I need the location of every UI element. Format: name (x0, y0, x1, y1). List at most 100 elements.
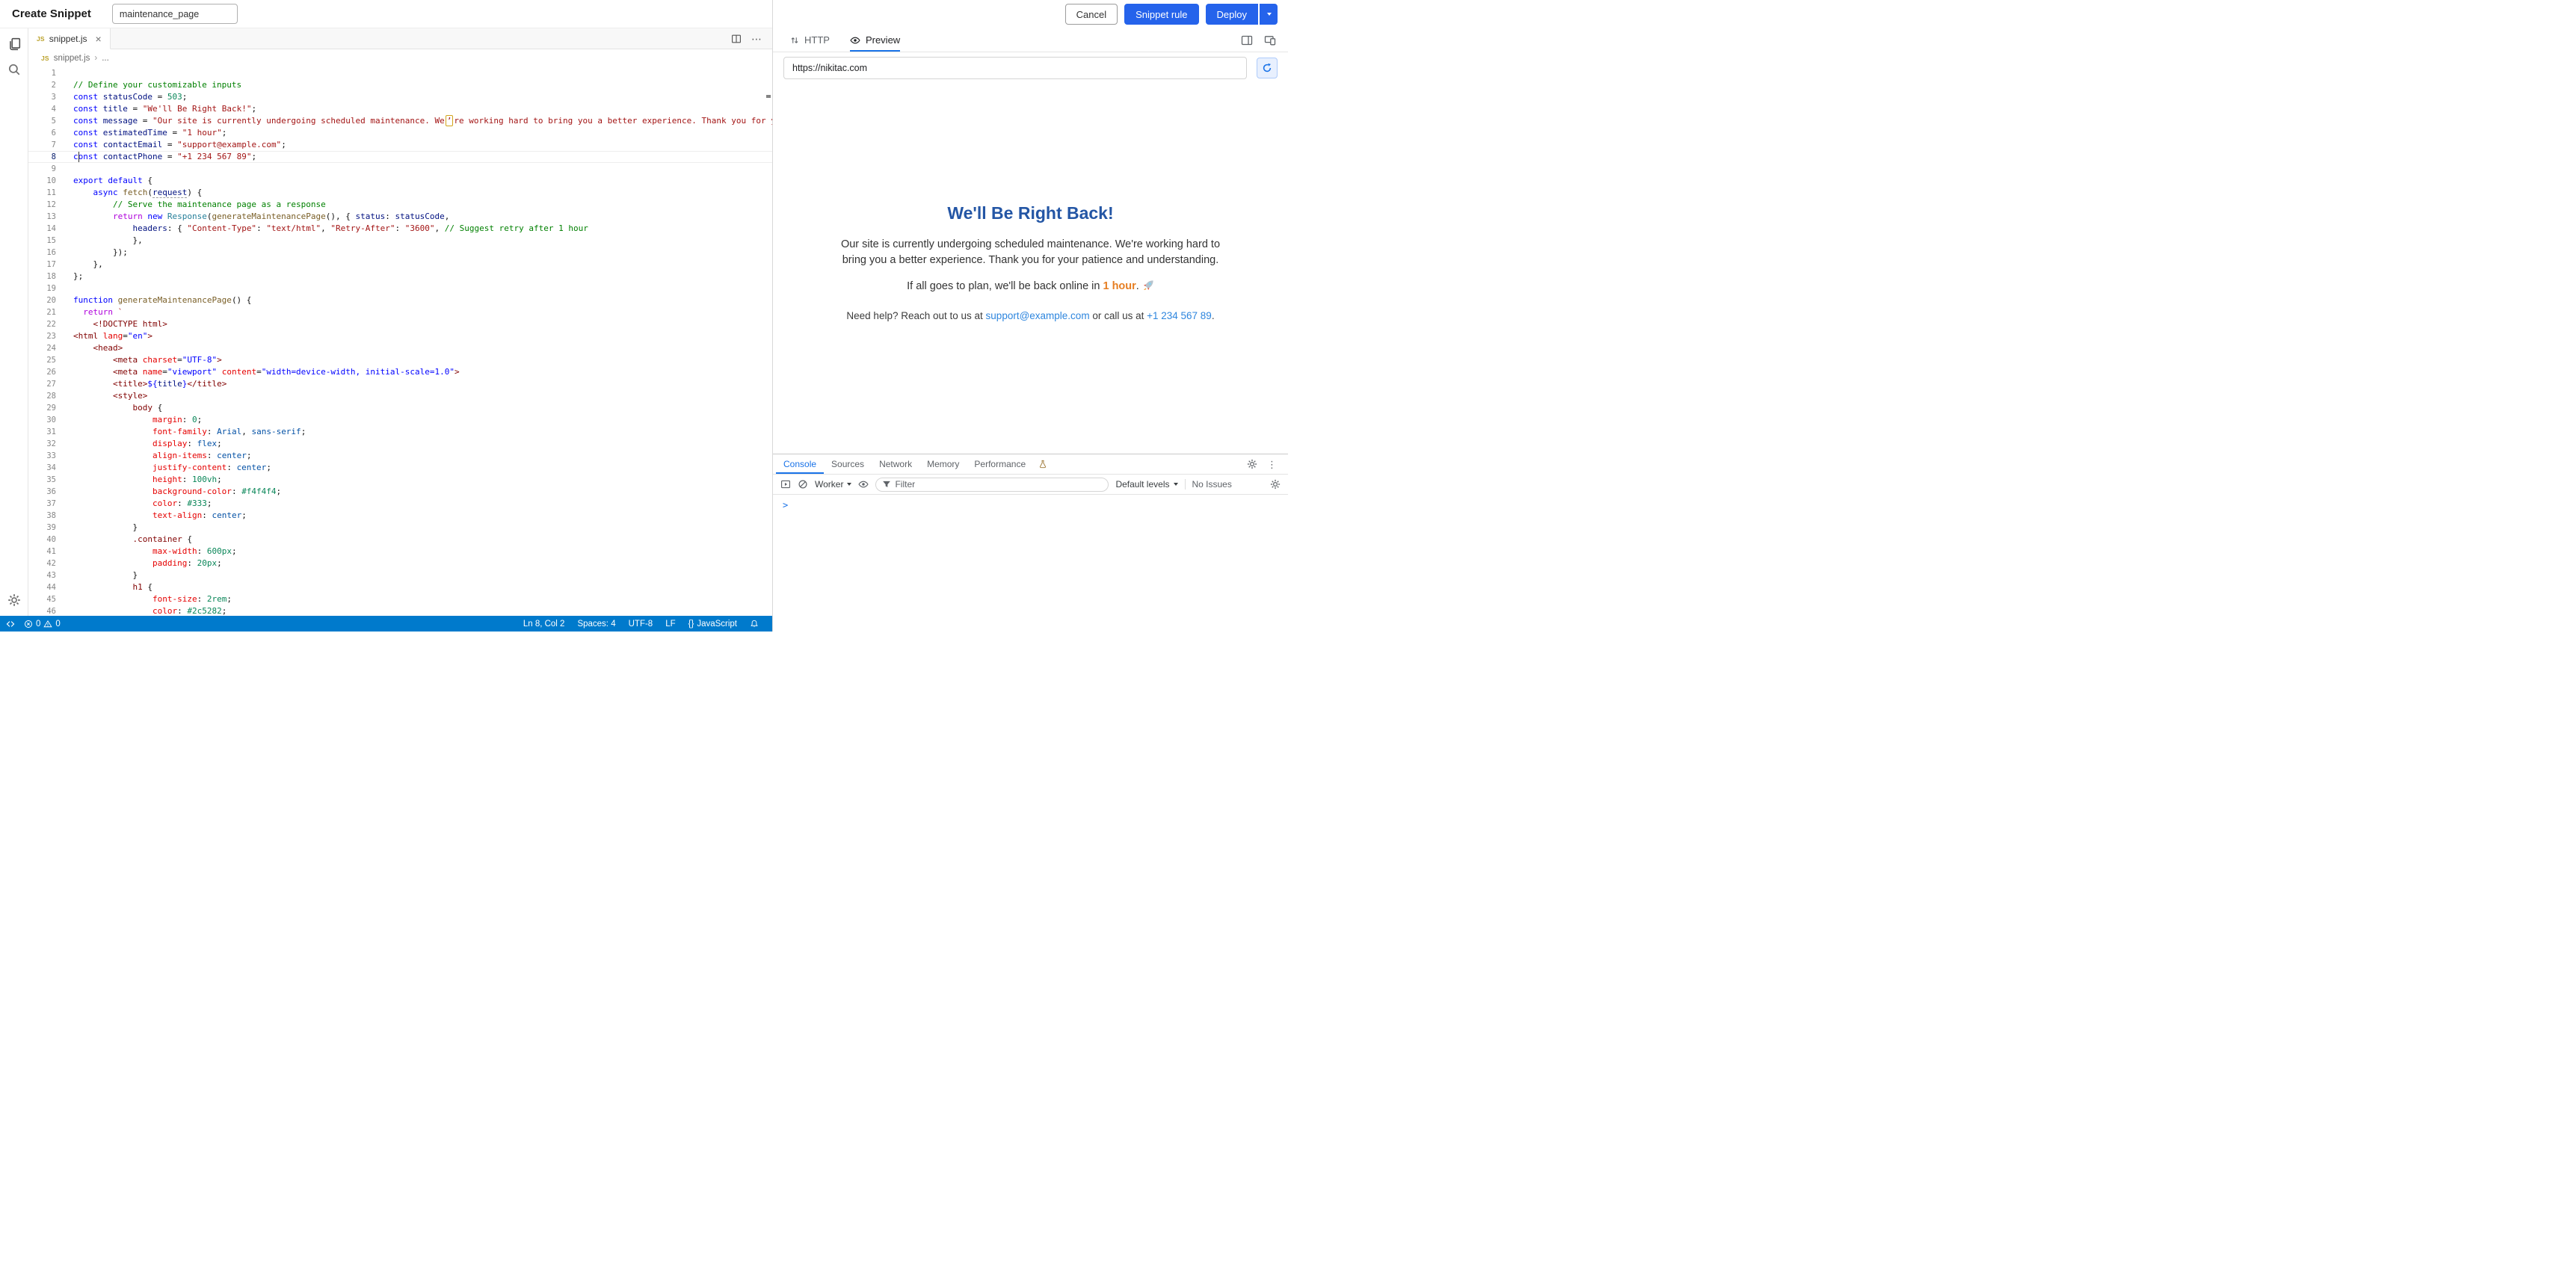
code-line-8[interactable]: 8const contactPhone = "+1 234 567 89"; (28, 151, 772, 163)
devtools-settings-gear-icon[interactable] (1247, 459, 1257, 469)
code-line-15[interactable]: 15 }, (28, 235, 772, 247)
line-number[interactable]: 33 (28, 450, 56, 462)
code-line-24[interactable]: 24 <head> (28, 342, 772, 354)
code-line-42[interactable]: 42 padding: 20px; (28, 558, 772, 569)
line-number[interactable]: 2 (28, 79, 56, 91)
preview-url-input[interactable] (783, 57, 1247, 79)
line-number[interactable]: 35 (28, 474, 56, 486)
code-line-9[interactable]: 9 (28, 163, 772, 175)
code-line-22[interactable]: 22 <!DOCTYPE html> (28, 318, 772, 330)
code-line-20[interactable]: 20function generateMaintenancePage() { (28, 294, 772, 306)
code-line-16[interactable]: 16 }); (28, 247, 772, 259)
issues-counter[interactable]: No Issues (1192, 479, 1232, 490)
code-line-10[interactable]: 10export default { (28, 175, 772, 187)
line-number[interactable]: 5 (28, 115, 56, 127)
code-line-39[interactable]: 39 } (28, 522, 772, 534)
line-number[interactable]: 32 (28, 438, 56, 450)
line-number[interactable]: 12 (28, 199, 56, 211)
tab-sources[interactable]: Sources (824, 454, 872, 474)
remote-indicator[interactable] (6, 620, 15, 629)
code-line-1[interactable]: 1 (28, 67, 772, 79)
line-number[interactable]: 39 (28, 522, 56, 534)
code-line-12[interactable]: 12 // Serve the maintenance page as a re… (28, 199, 772, 211)
code-line-41[interactable]: 41 max-width: 600px; (28, 546, 772, 558)
code-line-28[interactable]: 28 <style> (28, 390, 772, 402)
code-line-27[interactable]: 27 <title>${title}</title> (28, 378, 772, 390)
snippet-rule-button[interactable]: Snippet rule (1124, 4, 1198, 25)
line-number[interactable]: 26 (28, 366, 56, 378)
console-filter-input[interactable] (895, 479, 1102, 490)
line-number[interactable]: 16 (28, 247, 56, 259)
line-number[interactable]: 37 (28, 498, 56, 510)
tab-preview[interactable]: Preview (850, 28, 900, 52)
line-number[interactable]: 6 (28, 127, 56, 139)
code-line-37[interactable]: 37 color: #333; (28, 498, 772, 510)
settings-gear-icon[interactable] (7, 593, 21, 607)
deploy-dropdown-button[interactable] (1260, 4, 1278, 25)
line-number[interactable]: 8 (28, 151, 56, 163)
code-line-6[interactable]: 6const estimatedTime = "1 hour"; (28, 127, 772, 139)
line-number[interactable]: 34 (28, 462, 56, 474)
line-number[interactable]: 40 (28, 534, 56, 546)
line-number[interactable]: 30 (28, 414, 56, 426)
line-number[interactable]: 28 (28, 390, 56, 402)
snippet-name-input[interactable] (112, 4, 238, 24)
line-number[interactable]: 11 (28, 187, 56, 199)
console-sidebar-toggle-icon[interactable] (780, 479, 791, 490)
code-line-14[interactable]: 14 headers: { "Content-Type": "text/html… (28, 223, 772, 235)
code-editor[interactable]: 12// Define your customizable inputs3con… (28, 67, 772, 616)
line-number[interactable]: 43 (28, 569, 56, 581)
breadcrumb-file[interactable]: snippet.js (54, 54, 90, 63)
close-tab-icon[interactable]: × (96, 34, 102, 44)
tab-memory[interactable]: Memory (919, 454, 967, 474)
line-number[interactable]: 14 (28, 223, 56, 235)
code-line-30[interactable]: 30 margin: 0; (28, 414, 772, 426)
device-toolbar-icon[interactable] (1264, 34, 1276, 46)
code-line-11[interactable]: 11 async fetch(request) { (28, 187, 772, 199)
line-number[interactable]: 9 (28, 163, 56, 175)
code-line-19[interactable]: 19 (28, 282, 772, 294)
tab-snippet-js[interactable]: JS snippet.js × (28, 28, 111, 49)
live-expression-eye-icon[interactable] (858, 479, 869, 490)
code-line-40[interactable]: 40 .container { (28, 534, 772, 546)
devtools-menu-icon[interactable]: ⋮ (1267, 460, 1277, 469)
cursor-position[interactable]: Ln 8, Col 2 (523, 620, 565, 629)
line-number[interactable]: 19 (28, 282, 56, 294)
code-line-5[interactable]: 5const message = "Our site is currently … (28, 115, 772, 127)
line-number[interactable]: 18 (28, 271, 56, 282)
code-line-33[interactable]: 33 align-items: center; (28, 450, 772, 462)
line-number[interactable]: 25 (28, 354, 56, 366)
line-number[interactable]: 31 (28, 426, 56, 438)
line-number[interactable]: 21 (28, 306, 56, 318)
performance-flask-icon[interactable] (1033, 454, 1053, 474)
console-context-selector[interactable]: Worker (815, 479, 851, 490)
code-line-26[interactable]: 26 <meta name="viewport" content="width=… (28, 366, 772, 378)
tab-performance[interactable]: Performance (967, 454, 1033, 474)
code-line-17[interactable]: 17 }, (28, 259, 772, 271)
notifications-bell-icon[interactable] (750, 620, 759, 629)
line-number[interactable]: 17 (28, 259, 56, 271)
code-line-35[interactable]: 35 height: 100vh; (28, 474, 772, 486)
console-prompt[interactable]: > (783, 500, 788, 510)
tab-http[interactable]: HTTP (790, 28, 830, 52)
deploy-button[interactable]: Deploy (1206, 4, 1258, 25)
line-number[interactable]: 36 (28, 486, 56, 498)
files-icon[interactable] (7, 37, 21, 51)
code-line-4[interactable]: 4const title = "We'll Be Right Back!"; (28, 103, 772, 115)
code-line-25[interactable]: 25 <meta charset="UTF-8"> (28, 354, 772, 366)
code-line-45[interactable]: 45 font-size: 2rem; (28, 593, 772, 605)
phone-link[interactable]: +1 234 567 89 (1147, 310, 1212, 321)
line-number[interactable]: 24 (28, 342, 56, 354)
log-levels-selector[interactable]: Default levels (1115, 479, 1177, 490)
code-line-29[interactable]: 29 body { (28, 402, 772, 414)
search-icon[interactable] (7, 63, 21, 76)
code-line-31[interactable]: 31 font-family: Arial, sans-serif; (28, 426, 772, 438)
clear-console-icon[interactable] (798, 479, 808, 490)
code-line-18[interactable]: 18}; (28, 271, 772, 282)
code-line-23[interactable]: 23<html lang="en"> (28, 330, 772, 342)
refresh-button[interactable] (1257, 58, 1278, 78)
line-number[interactable]: 3 (28, 91, 56, 103)
line-number[interactable]: 38 (28, 510, 56, 522)
line-number[interactable]: 23 (28, 330, 56, 342)
console-pane[interactable]: > (773, 495, 1288, 632)
